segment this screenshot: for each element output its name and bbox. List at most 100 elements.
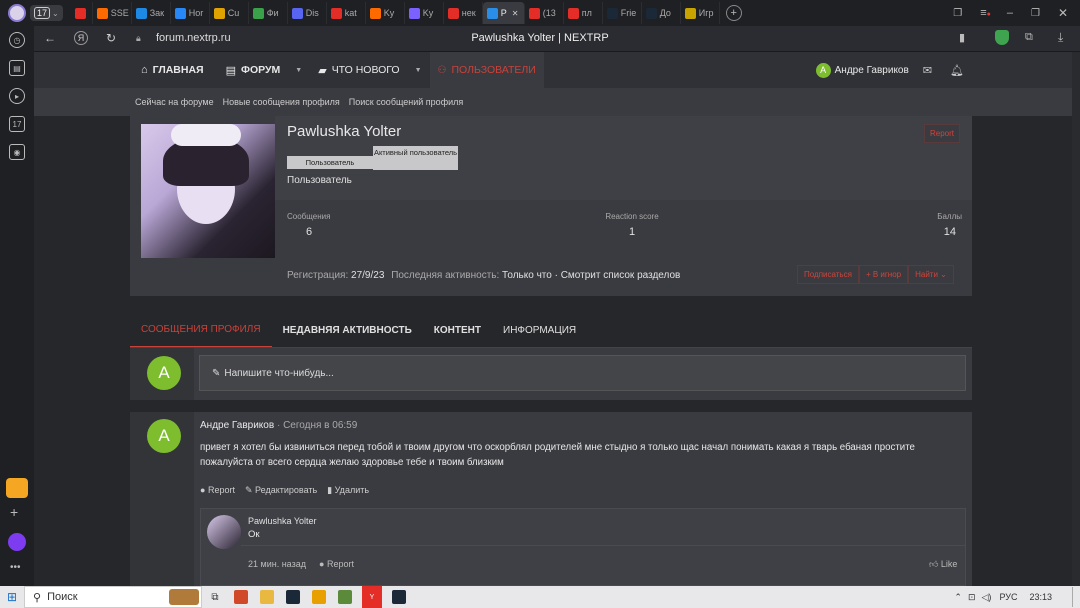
subnav-new-profile-posts[interactable]: Новые сообщения профиля [223, 97, 340, 107]
comment-time[interactable]: 21 мин. назад [248, 559, 306, 569]
language-indicator[interactable]: РУС [999, 592, 1017, 602]
yandex-icon [567, 7, 579, 19]
post-time[interactable]: Сегодня в 06:59 [283, 420, 357, 431]
browser-tab[interactable]: kat [327, 2, 366, 24]
browser-tab[interactable]: пл [564, 2, 603, 24]
search-icon: ⚲ [33, 591, 42, 604]
collections-icon[interactable]: ▤ [9, 60, 25, 76]
browser-tab[interactable]: Фи [249, 2, 288, 24]
browser-tab[interactable]: (13 [525, 2, 564, 24]
browser-tab[interactable]: До [642, 2, 681, 24]
nav-forum[interactable]: ▤ ФОРУМ ▼ [218, 52, 311, 88]
widgets-icon[interactable] [234, 590, 248, 604]
stat-reaction-score[interactable]: Reaction score 1 [592, 212, 672, 238]
browser-tab[interactable]: Ky [366, 2, 405, 24]
subnav-search-profile-posts[interactable]: Поиск сообщений профиля [349, 97, 463, 107]
restore-icon[interactable]: ❐ [1031, 8, 1040, 19]
shield-icon[interactable] [995, 30, 1009, 45]
report-button[interactable]: Report [924, 124, 961, 143]
dns-icon [96, 7, 108, 19]
tab-information[interactable]: ИНФОРМАЦИЯ [492, 312, 587, 348]
profile-avatar[interactable] [8, 4, 26, 22]
ignore-button[interactable]: + В игнор [858, 265, 909, 284]
tabs-icon[interactable]: ❐ [953, 8, 962, 19]
translate-icon[interactable]: ⧉ [1025, 31, 1033, 44]
status-input[interactable]: ✎ Напишите что-нибудь... [199, 355, 966, 391]
browser-tab[interactable] [71, 2, 93, 24]
browser-tab[interactable]: SSE [93, 2, 132, 24]
account-menu[interactable]: A Андре Гавриков [815, 62, 909, 78]
tab-count-badge[interactable]: 17 ⌄ [30, 5, 63, 21]
browser-tab[interactable]: нек [444, 2, 483, 24]
nav-users[interactable]: ⚇ ПОЛЬЗОВАТЕЛИ [429, 52, 544, 88]
game-icon [684, 7, 696, 19]
browser-tab[interactable]: Dis [288, 2, 327, 24]
page-scrollbar[interactable] [1072, 52, 1080, 586]
tab-recent-activity[interactable]: НЕДАВНЯЯ АКТИВНОСТЬ [272, 312, 423, 348]
bell-icon[interactable]: 🔔︎ [950, 64, 964, 77]
menu-icon[interactable]: ≡● [980, 7, 991, 19]
tab-label: (13 [542, 8, 556, 18]
more-icon[interactable]: ••• [10, 562, 21, 573]
network-icon[interactable]: ⊡ [968, 592, 976, 603]
find-button[interactable]: Найти ⌄ [908, 265, 954, 284]
bookmark-icon[interactable]: ▮ [959, 31, 965, 44]
clock[interactable]: 23:13 [1029, 592, 1052, 602]
nav-whats-new[interactable]: ▰ ЧТО НОВОГО ▼ [310, 52, 429, 88]
subnav-online[interactable]: Сейчас на форуме [135, 97, 214, 107]
steam-icon[interactable] [286, 590, 300, 604]
close-tab-icon[interactable]: ✕ [512, 9, 519, 18]
minimize-icon[interactable]: – [1007, 7, 1013, 19]
comment-report-link[interactable]: ● Report [319, 559, 354, 569]
envelope-icon[interactable]: ✉ [923, 64, 932, 77]
vk-icon [174, 7, 186, 19]
tab-profile-posts[interactable]: СООБЩЕНИЯ ПРОФИЛЯ [130, 312, 272, 348]
profile-avatar-image[interactable] [141, 124, 275, 258]
browser-tab[interactable]: Зак [132, 2, 171, 24]
chevron-down-icon[interactable]: ▼ [295, 67, 302, 74]
browser-tab[interactable]: P ✕ [482, 2, 525, 24]
post-author[interactable]: Андре Гавриков [200, 420, 274, 431]
tab-content[interactable]: КОНТЕНТ [423, 312, 492, 348]
stat-messages[interactable]: Сообщения 6 [287, 212, 347, 238]
alice-icon[interactable] [8, 533, 26, 551]
chevron-down-icon[interactable]: ▼ [415, 67, 422, 74]
tray-chevron-icon[interactable]: ⌃ [954, 592, 962, 603]
yandex-browser-icon[interactable]: Y [362, 586, 382, 608]
browser-tab[interactable]: Cu [210, 2, 249, 24]
browser-tab[interactable]: Ky [405, 2, 444, 24]
comment-author[interactable]: Pawlushka Yolter [248, 516, 317, 526]
volume-icon[interactable]: ◁) [982, 592, 992, 603]
history-icon[interactable]: ◷ [9, 32, 25, 48]
delete-link[interactable]: ▮ Удалить [327, 485, 369, 496]
explorer-icon[interactable] [260, 590, 274, 604]
nav-whats-new-label: ЧТО НОВОГО [331, 64, 400, 76]
browser-tab[interactable]: Frie [603, 2, 642, 24]
comment-avatar[interactable] [207, 515, 241, 549]
close-icon[interactable]: ✕ [1058, 6, 1068, 20]
like-label: Like [940, 559, 958, 569]
browser-tab[interactable]: Hor [171, 2, 210, 24]
notifications-icon[interactable] [1072, 587, 1080, 607]
nav-home[interactable]: ⌂ ГЛАВНАЯ [133, 52, 212, 88]
new-tab-button[interactable]: + [725, 5, 742, 21]
subscribe-button[interactable]: Подписаться [797, 265, 859, 284]
calendar-icon[interactable]: 17 [9, 116, 25, 132]
download-icon[interactable]: ⤓ [1058, 30, 1063, 45]
edit-link[interactable]: ✎ Редактировать [245, 485, 317, 496]
stat-points[interactable]: Баллы 14 [910, 212, 962, 238]
like-button[interactable]: 👍︎ Like [929, 559, 957, 570]
screenshot-icon[interactable]: ◉ [9, 144, 25, 160]
avatar[interactable]: A [147, 419, 181, 453]
add-panel-icon[interactable]: + [10, 504, 18, 520]
task-view-icon[interactable]: ⧉ [208, 590, 222, 604]
minecraft-icon[interactable] [338, 590, 352, 604]
steam-icon[interactable] [392, 590, 406, 604]
yandex-app-icon[interactable] [312, 590, 326, 604]
browser-tab[interactable]: Игр [681, 2, 720, 24]
taskbar-search[interactable]: ⚲ Поиск [24, 586, 202, 608]
report-link[interactable]: ● Report [200, 485, 235, 496]
windows-start-icon[interactable]: ⊞ [0, 590, 24, 604]
mail-icon[interactable] [6, 478, 28, 498]
play-icon[interactable]: ▸ [9, 88, 25, 104]
